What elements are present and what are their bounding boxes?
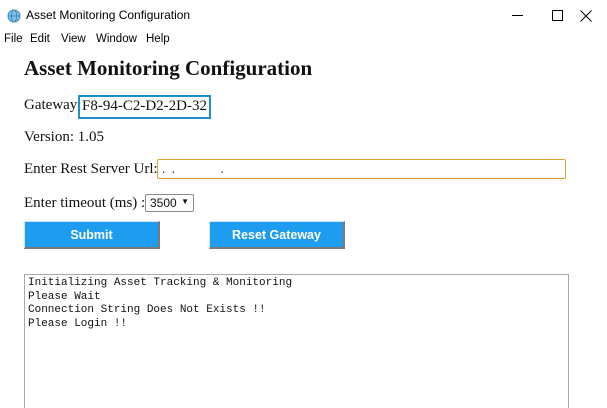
timeout-select[interactable]: 3500 ▼ [145, 194, 194, 212]
timeout-selected-value: 3500 [150, 196, 177, 210]
window-title: Asset Monitoring Configuration [26, 8, 191, 22]
close-icon [580, 9, 592, 22]
rest-server-url-input[interactable] [157, 159, 566, 179]
gateway-label: Gateway: [24, 97, 82, 113]
close-button[interactable] [563, 0, 607, 31]
rest-server-url-label: Enter Rest Server Url: [24, 161, 158, 177]
log-line: Please Wait [28, 290, 101, 303]
menu-help[interactable]: Help [146, 33, 170, 45]
log-line: Connection String Does Not Exists !! [28, 304, 266, 316]
page-title: Asset Monitoring Configuration [24, 56, 313, 80]
timeout-label: Enter timeout (ms) : [24, 195, 146, 211]
title-bar: Asset Monitoring Configuration [0, 0, 607, 31]
menu-edit[interactable]: Edit [30, 33, 50, 45]
menu-file[interactable]: File [4, 33, 23, 45]
log-output[interactable]: Initializing Asset Tracking & Monitoring… [24, 274, 569, 408]
log-line: Please Login !! [28, 317, 128, 330]
menu-window[interactable]: Window [96, 33, 137, 45]
dropdown-arrow-icon: ▼ [181, 197, 189, 206]
version-label: Version: 1.05 [24, 129, 104, 145]
app-globe-icon [7, 9, 21, 23]
log-line: Initializing Asset Tracking & Monitoring [28, 277, 293, 289]
menu-view[interactable]: View [61, 33, 86, 45]
reset-gateway-button[interactable]: Reset Gateway [209, 221, 345, 249]
submit-button[interactable]: Submit [24, 221, 160, 249]
menu-bar: File Edit View Window Help [0, 31, 607, 49]
maximize-icon [551, 10, 563, 21]
gateway-value: F8-94-C2-D2-2D-32 [78, 95, 211, 119]
minimize-icon [511, 15, 523, 16]
